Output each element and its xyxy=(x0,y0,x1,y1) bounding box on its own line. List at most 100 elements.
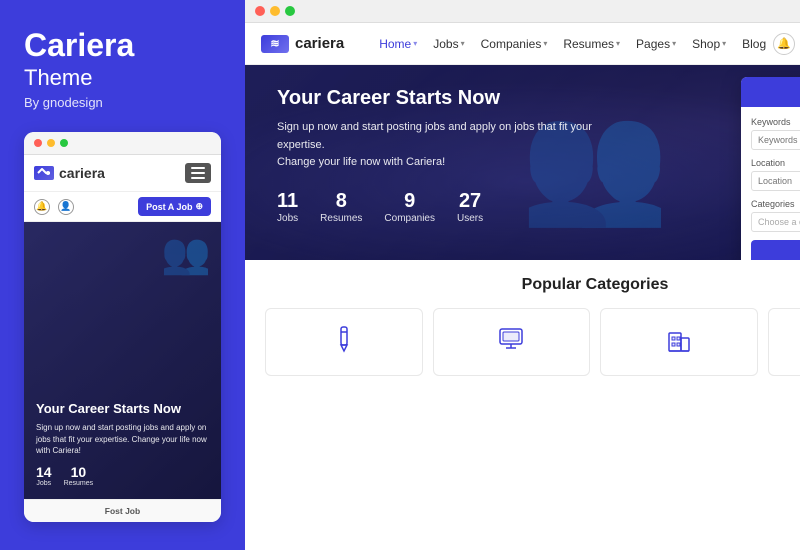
mockup-bell-icon[interactable]: 🔔 xyxy=(34,199,50,215)
search-card-header: SEARCH xyxy=(741,77,800,107)
search-button[interactable]: 🔍 SEARCH xyxy=(751,240,800,260)
mockup-hero-content: Your Career Starts Now Sign up now and s… xyxy=(36,401,209,487)
hero-stats: 11 Jobs 8 Resumes 9 Companies 27 Users xyxy=(277,190,597,224)
nav-link-jobs-label: Jobs xyxy=(433,37,458,51)
category-card-tech[interactable] xyxy=(433,308,591,376)
nav-link-pages[interactable]: Pages ▾ xyxy=(629,33,683,55)
nav-link-resumes[interactable]: Resumes ▾ xyxy=(556,33,627,55)
site-logo: cariera xyxy=(261,35,344,53)
hero-stat-companies: 9 Companies xyxy=(384,190,435,224)
location-input-wrapper: ⊕ xyxy=(751,171,800,191)
hamburger-line-3 xyxy=(191,177,205,179)
mockup-dot-red xyxy=(34,139,42,147)
hero-stat-users-num: 27 xyxy=(457,190,483,213)
site-nav: cariera Home ▾ Jobs ▾ Companies ▾ Resume… xyxy=(245,23,800,65)
hero-stat-companies-num: 9 xyxy=(384,190,435,213)
mockup-stat-resumes-label: Resumes xyxy=(64,480,94,487)
nav-home-chevron-icon: ▾ xyxy=(413,39,417,48)
categories-select[interactable]: Choose a category... xyxy=(751,212,800,232)
category-card-design[interactable] xyxy=(265,308,423,376)
site-logo-text: cariera xyxy=(295,35,344,52)
mockup-footer-text: Fost Job xyxy=(105,506,140,516)
mockup-post-job-button[interactable]: Post A Job ⊕ xyxy=(138,197,211,216)
mockup-logo-icon xyxy=(34,166,54,180)
nav-link-blog[interactable]: Blog xyxy=(735,33,773,55)
left-panel: Cariera Theme By gnodesign cariera xyxy=(0,0,245,550)
location-field-group: Location ⊕ xyxy=(751,158,800,191)
hero-stat-resumes-num: 8 xyxy=(320,190,362,213)
mockup-hamburger-icon[interactable] xyxy=(185,163,211,183)
hero-title: Your Career Starts Now xyxy=(277,85,597,111)
nav-link-companies-label: Companies xyxy=(481,37,542,51)
brand-logo: Cariera xyxy=(24,28,221,63)
chrome-dot-red xyxy=(255,6,265,16)
nav-link-companies[interactable]: Companies ▾ xyxy=(474,33,555,55)
nav-links: Home ▾ Jobs ▾ Companies ▾ Resumes ▾ Page… xyxy=(372,33,773,55)
design-icon xyxy=(326,321,362,357)
mockup-hero-subtitle: Sign up now and start posting jobs and a… xyxy=(36,422,209,456)
keywords-label: Keywords xyxy=(751,117,800,127)
mobile-mockup: cariera 🔔 👤 Post A Job ⊕ 👥 xyxy=(24,132,221,522)
mockup-post-job-label: Post A Job xyxy=(146,202,192,212)
mockup-logo-text: cariera xyxy=(59,165,105,181)
brand-by: By gnodesign xyxy=(24,95,221,110)
nav-link-shop-label: Shop xyxy=(692,37,720,51)
popular-categories-section: Popular Categories xyxy=(245,260,800,550)
search-card-body: Keywords Location ⊕ Categories xyxy=(741,107,800,260)
nav-pages-chevron-icon: ▾ xyxy=(672,39,676,48)
nav-resumes-chevron-icon: ▾ xyxy=(616,39,620,48)
right-panel: cariera Home ▾ Jobs ▾ Companies ▾ Resume… xyxy=(245,0,800,550)
hero-stat-resumes-label: Resumes xyxy=(320,213,362,224)
hero-stat-users: 27 Users xyxy=(457,190,483,224)
nav-link-shop[interactable]: Shop ▾ xyxy=(685,33,733,55)
mockup-logo: cariera xyxy=(34,165,105,181)
nav-link-jobs[interactable]: Jobs ▾ xyxy=(426,33,471,55)
mockup-post-job-icon: ⊕ xyxy=(195,201,203,212)
keywords-input[interactable] xyxy=(751,130,800,150)
nav-link-blog-label: Blog xyxy=(742,37,766,51)
keywords-field-group: Keywords xyxy=(751,117,800,150)
mockup-icons-row: 🔔 👤 Post A Job ⊕ xyxy=(24,192,221,222)
hero-stat-companies-label: Companies xyxy=(384,213,435,224)
nav-companies-chevron-icon: ▾ xyxy=(543,39,547,48)
site-logo-icon xyxy=(261,35,289,53)
category-card-hr[interactable] xyxy=(768,308,800,376)
nav-link-home[interactable]: Home ▾ xyxy=(372,33,424,55)
mockup-hero-title: Your Career Starts Now xyxy=(36,401,209,418)
location-input[interactable] xyxy=(751,171,800,191)
nav-bell-icon[interactable]: 🔔 xyxy=(773,33,795,55)
hero-stat-jobs-num: 11 xyxy=(277,190,298,213)
mockup-topbar xyxy=(24,132,221,155)
hero-content: Your Career Starts Now Sign up now and s… xyxy=(277,85,597,224)
nav-link-home-label: Home xyxy=(379,37,411,51)
mockup-hero: 👥 Your Career Starts Now Sign up now and… xyxy=(24,222,221,499)
popular-categories-title: Popular Categories xyxy=(265,276,800,294)
categories-label: Categories xyxy=(751,199,800,209)
brand-subtitle: Theme xyxy=(24,65,221,91)
mockup-icon-group: 🔔 👤 xyxy=(34,199,74,215)
chrome-dot-yellow xyxy=(270,6,280,16)
mockup-nav: cariera xyxy=(24,155,221,192)
mockup-stat-jobs-label: Jobs xyxy=(36,480,52,487)
mockup-stat-jobs: 14 Jobs xyxy=(36,464,52,487)
mockup-footer-strip: Fost Job xyxy=(24,499,221,522)
nav-link-pages-label: Pages xyxy=(636,37,670,51)
mockup-user-icon[interactable]: 👤 xyxy=(58,199,74,215)
hero-stat-jobs-label: Jobs xyxy=(277,213,298,224)
mockup-stats: 14 Jobs 10 Resumes xyxy=(36,464,209,487)
category-card-business[interactable] xyxy=(600,308,758,376)
browser-content: cariera Home ▾ Jobs ▾ Companies ▾ Resume… xyxy=(245,23,800,550)
search-card: SEARCH Keywords Location ⊕ Categ xyxy=(741,77,800,260)
nav-icon-group: 🔔 👤 xyxy=(773,33,800,55)
hamburger-line-1 xyxy=(191,167,205,169)
categories-field-group: Categories Choose a category... xyxy=(751,199,800,232)
nav-link-resumes-label: Resumes xyxy=(563,37,614,51)
hero-section: 👥 Your Career Starts Now Sign up now and… xyxy=(245,65,800,260)
monitor-icon xyxy=(493,321,529,357)
categories-select-wrapper: Choose a category... xyxy=(751,212,800,232)
categories-grid xyxy=(265,308,800,376)
hero-stat-resumes: 8 Resumes xyxy=(320,190,362,224)
hero-stat-users-label: Users xyxy=(457,213,483,224)
nav-jobs-chevron-icon: ▾ xyxy=(461,39,465,48)
browser-chrome xyxy=(245,0,800,23)
